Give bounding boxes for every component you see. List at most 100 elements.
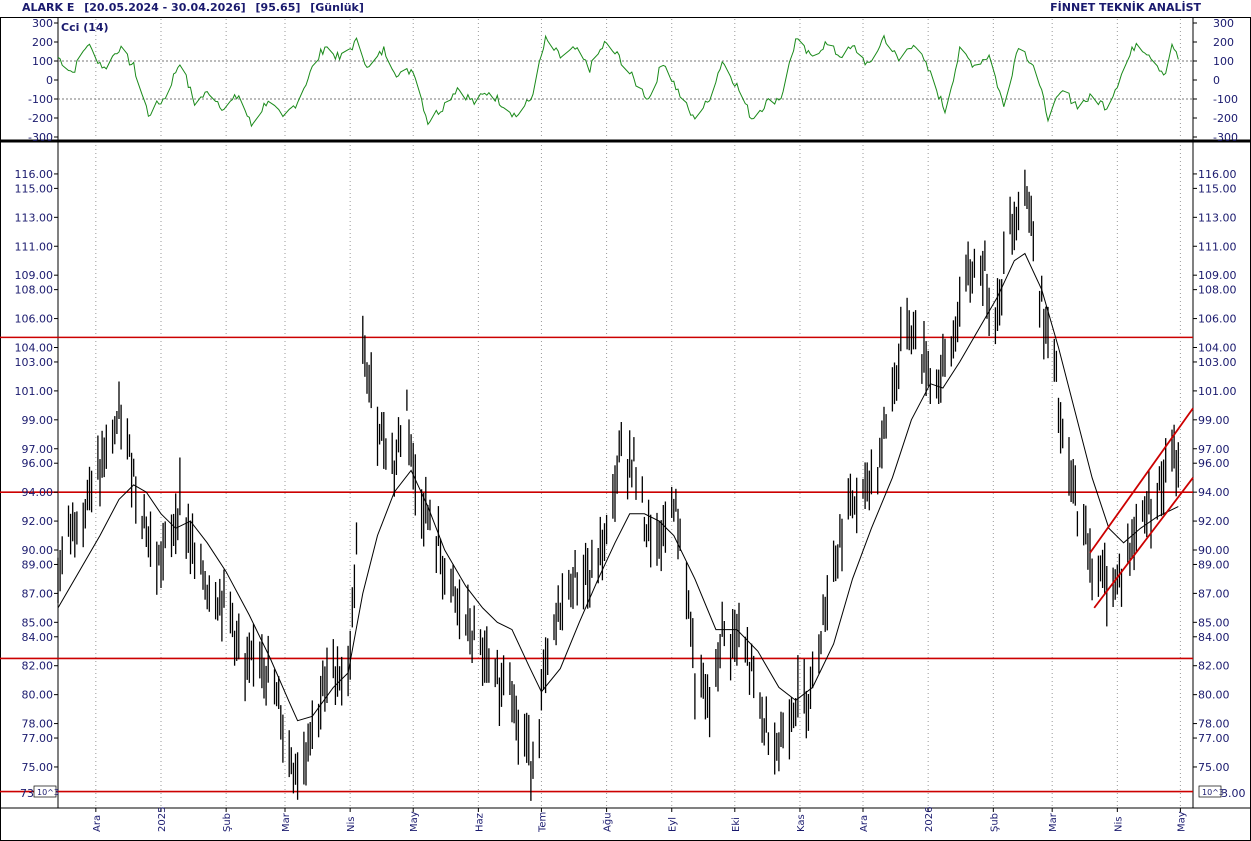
month-label: Mar: [1048, 812, 1059, 832]
month-label: May: [1176, 811, 1187, 832]
price-label-right: 106.00: [1198, 313, 1237, 326]
price-label-bottom-right: 3.00: [1221, 787, 1246, 800]
price-label-left: 109.00: [15, 269, 54, 282]
price-label-left: 101.00: [15, 385, 54, 398]
month-label: Ara: [92, 815, 103, 832]
price-label-left: 108.00: [15, 284, 54, 297]
price-label-left: 78.00: [22, 718, 54, 731]
cci-axis: 300 300 200 200 100 100 0 0 -100 -100 -200 -200 -300…: [28, 17, 1238, 144]
moving-average-line: [57, 252, 1179, 722]
price-label-right: 80.00: [1198, 689, 1230, 702]
cci-label-right: 200: [1213, 36, 1234, 49]
price-label-right: 101.00: [1198, 385, 1237, 398]
vertical-gridlines: [95, 19, 1181, 808]
price-label-right: 75.00: [1198, 761, 1230, 774]
price-label-left: 115.00: [15, 182, 54, 195]
month-label: Ara: [859, 815, 870, 832]
price-label-right: 116.00: [1198, 168, 1237, 181]
cci-label-right: 100: [1213, 55, 1234, 68]
price-channel: [1089, 407, 1194, 609]
cci-label-left: 0: [46, 74, 53, 87]
price-label-right: 89.00: [1198, 558, 1230, 571]
horizontal-levels: [0, 336, 1193, 793]
month-label: 2025: [157, 807, 168, 832]
price-label-left: 75.00: [22, 761, 54, 774]
month-label: Eyl: [668, 817, 679, 832]
price-label-right: 96.00: [1198, 457, 1230, 470]
price-label-left: 104.00: [15, 342, 54, 355]
price-label-right: 92.00: [1198, 515, 1230, 528]
price-label-right: 87.00: [1198, 587, 1230, 600]
price-label-left: 113.00: [15, 211, 54, 224]
price-label-right: 115.00: [1198, 182, 1237, 195]
price-label-right: 77.00: [1198, 732, 1230, 745]
price-label-right: 103.00: [1198, 356, 1237, 369]
multiplier-label: 10^3: [1202, 788, 1224, 797]
price-label-left: 94.00: [22, 486, 54, 499]
price-axis: 116.00 116.00115.00 115.00113.00 113.00111.…: [15, 168, 1246, 800]
price-label-left: 111.00: [15, 240, 54, 253]
price-label-left: 90.00: [22, 544, 54, 557]
cci-label-left: 100: [32, 55, 53, 68]
price-label-right: 85.00: [1198, 616, 1230, 629]
price-label-bottom-left: 73: [20, 787, 34, 800]
price-label-right: 111.00: [1198, 240, 1237, 253]
price-label-right: 113.00: [1198, 211, 1237, 224]
price-label-left: 99.00: [22, 414, 54, 427]
price-label-left: 89.00: [22, 558, 54, 571]
price-label-right: 78.00: [1198, 718, 1230, 731]
price-label-left: 80.00: [22, 689, 54, 702]
cci-label-right: 0: [1213, 74, 1220, 87]
cci-line: [57, 34, 1179, 128]
month-label: Ağu: [602, 812, 614, 832]
month-label: Nis: [346, 817, 357, 832]
cci-indicator: [57, 34, 1179, 128]
cci-label-left: -300: [28, 131, 53, 144]
time-axis: Ara 2025 Şub Mar Nis May Haz Tem Ağu Eyl Eki Kas Ara…: [92, 807, 1188, 833]
price-label-right: 104.00: [1198, 342, 1237, 355]
price-label-left: 82.00: [22, 660, 54, 673]
cci-label-right: 300: [1213, 17, 1234, 30]
month-label: Haz: [474, 813, 485, 832]
price-label-right: 90.00: [1198, 544, 1230, 557]
price-label-left: 116.00: [15, 168, 54, 181]
price-label-left: 84.00: [22, 631, 54, 644]
price-label-left: 92.00: [22, 515, 54, 528]
stock-chart: 116.00 116.00115.00 115.00113.00 113.00111.…: [0, 17, 1251, 841]
price-label-left: 96.00: [22, 457, 54, 470]
price-label-right: 99.00: [1198, 414, 1230, 427]
month-label: Nis: [1113, 817, 1124, 832]
price-label-right: 108.00: [1198, 284, 1237, 297]
price-label-left: 103.00: [15, 356, 54, 369]
month-label: Kas: [796, 814, 807, 832]
price-label-left: 85.00: [22, 616, 54, 629]
month-label: Mar: [281, 812, 292, 832]
month-label: 2026: [924, 807, 935, 832]
price-label-left: 106.00: [15, 313, 54, 326]
price-label-right: 109.00: [1198, 269, 1237, 282]
cci-label-left: 300: [32, 17, 53, 30]
price-label-left: 97.00: [22, 443, 54, 456]
month-label: Tem: [537, 812, 548, 833]
moving-average: [57, 252, 1179, 722]
price-label-left: 77.00: [22, 732, 54, 745]
month-label: May: [409, 811, 420, 832]
cci-label-left: 200: [32, 36, 53, 49]
price-label-right: 94.00: [1198, 486, 1230, 499]
cci-label-left: -200: [28, 112, 53, 125]
month-label: Eki: [731, 817, 742, 832]
price-label-right: 97.00: [1198, 443, 1230, 456]
price-label-right: 84.00: [1198, 631, 1230, 644]
month-label: Şub: [222, 813, 233, 832]
multiplier-label: 10^3: [37, 788, 59, 797]
month-label: Şub: [989, 813, 1000, 832]
cci-label-right: -200: [1213, 112, 1238, 125]
cci-label-left: -100: [28, 93, 53, 106]
channel-lower-line: [1093, 477, 1194, 609]
channel-upper-line: [1089, 407, 1194, 554]
cci-label-right: -300: [1213, 131, 1238, 144]
cci-reference-lines: [58, 60, 1193, 100]
price-label-right: 82.00: [1198, 660, 1230, 673]
cci-name-label: Cci (14): [61, 21, 109, 34]
price-label-left: 87.00: [22, 587, 54, 600]
